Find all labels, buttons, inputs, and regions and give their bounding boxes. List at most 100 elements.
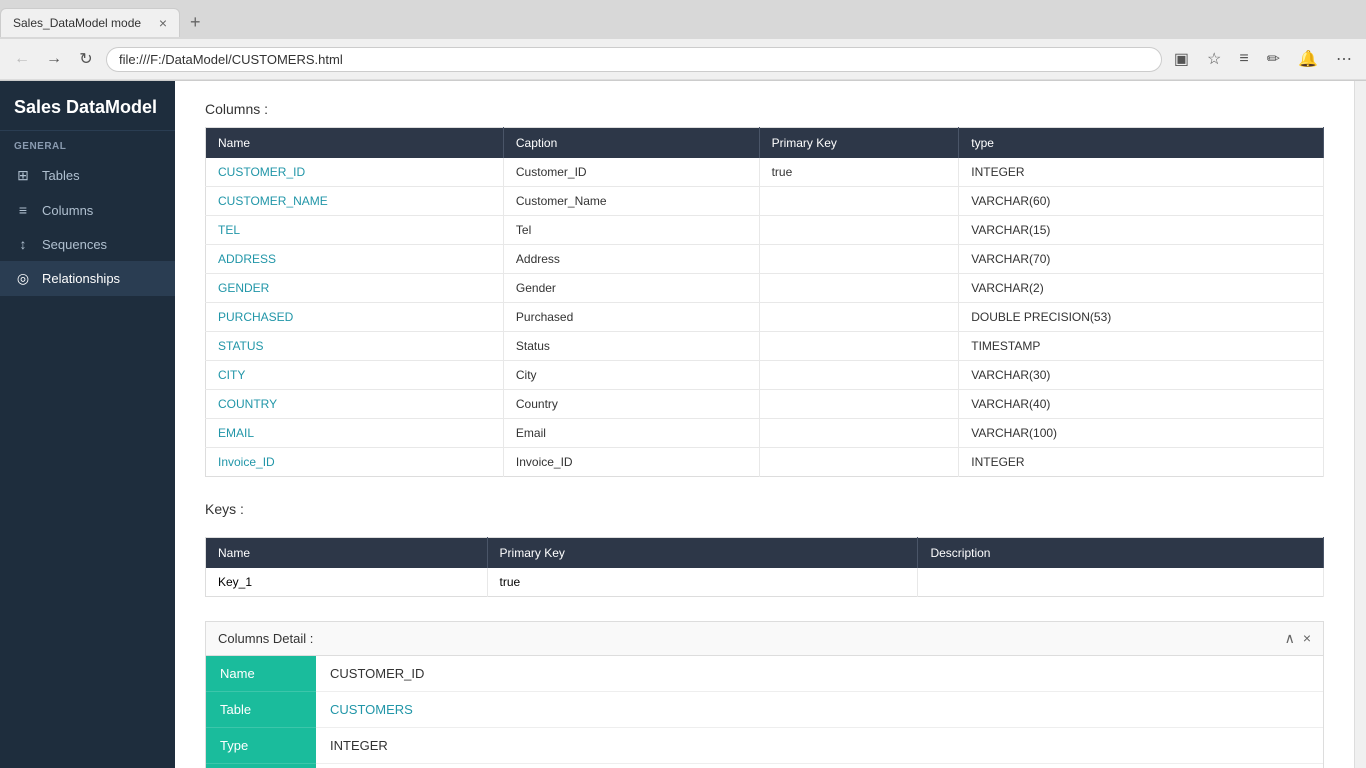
detail-value: CUSTOMER_ID — [316, 656, 1323, 692]
cell-pk — [759, 448, 959, 477]
cell-pk — [759, 390, 959, 419]
cell-type: VARCHAR(30) — [959, 361, 1324, 390]
columns-detail-header: Columns Detail : ∧ × — [206, 622, 1323, 656]
cell-type: INTEGER — [959, 158, 1324, 187]
detail-values-column: CUSTOMER_IDCUSTOMERSINTEGER — [316, 656, 1323, 768]
columns-detail-title: Columns Detail : — [218, 631, 313, 646]
cell-pk — [759, 216, 959, 245]
address-bar[interactable]: file:///F:/DataModel/CUSTOMERS.html — [106, 47, 1162, 72]
collapse-button[interactable]: ∧ — [1285, 630, 1295, 647]
scrollbar[interactable] — [1354, 81, 1366, 768]
sidebar-item-label-tables: Tables — [42, 168, 80, 183]
cell-pk — [759, 303, 959, 332]
cell-key-pk: true — [487, 568, 918, 597]
keys-section-heading: Keys : — [205, 501, 1324, 517]
sidebar-item-columns[interactable]: ≡ Columns — [0, 193, 175, 227]
sidebar-item-relationships[interactable]: ◎ Relationships — [0, 261, 175, 296]
table-row[interactable]: Invoice_ID Invoice_ID INTEGER — [206, 448, 1324, 477]
cell-caption: Purchased — [503, 303, 759, 332]
close-detail-button[interactable]: × — [1303, 630, 1311, 647]
cell-name: Invoice_ID — [206, 448, 504, 477]
cell-type: VARCHAR(70) — [959, 245, 1324, 274]
col-header-name: Name — [206, 128, 504, 159]
cell-name: PURCHASED — [206, 303, 504, 332]
detail-labels-column: NameTableTypeDomain — [206, 656, 316, 768]
columns-table-header-row: Name Caption Primary Key type — [206, 128, 1324, 159]
bookmark-button[interactable]: ☆ — [1203, 45, 1225, 73]
cell-name: EMAIL — [206, 419, 504, 448]
cell-name: CUSTOMER_ID — [206, 158, 504, 187]
detail-label: Domain — [206, 764, 316, 768]
columns-detail-panel: Columns Detail : ∧ × NameTableTypeDomain… — [205, 621, 1324, 768]
cell-caption: Address — [503, 245, 759, 274]
general-section-label: GENERAL — [0, 131, 175, 158]
active-tab[interactable]: Sales_DataModel mode × — [0, 8, 180, 37]
app-title: Sales DataModel — [0, 81, 175, 131]
extensions-button[interactable]: ✏ — [1263, 45, 1284, 73]
menu-button[interactable]: ≡ — [1235, 46, 1252, 72]
cell-pk: true — [759, 158, 959, 187]
table-row[interactable]: CUSTOMER_ID Customer_ID true INTEGER — [206, 158, 1324, 187]
table-row[interactable]: STATUS Status TIMESTAMP — [206, 332, 1324, 361]
columns-section-heading: Columns : — [205, 101, 1324, 117]
sidebar-item-label-relationships: Relationships — [42, 271, 120, 286]
sequences-icon: ↕ — [14, 236, 32, 252]
columns-icon: ≡ — [14, 202, 32, 218]
cell-caption: Invoice_ID — [503, 448, 759, 477]
detail-value — [316, 764, 1323, 768]
cell-key-name: Key_1 — [206, 568, 488, 597]
cell-type: VARCHAR(2) — [959, 274, 1324, 303]
table-row[interactable]: TEL Tel VARCHAR(15) — [206, 216, 1324, 245]
sidebar-item-tables[interactable]: ⊞ Tables — [0, 158, 175, 193]
keys-table: Name Primary Key Description Key_1 true — [205, 537, 1324, 597]
cell-pk — [759, 419, 959, 448]
more-button[interactable]: ⋯ — [1332, 45, 1356, 73]
tab-close-button[interactable]: × — [159, 15, 167, 31]
cell-key-desc — [918, 568, 1324, 597]
new-tab-button[interactable]: + — [180, 6, 211, 39]
relationships-icon: ◎ — [14, 270, 32, 287]
tab-title: Sales_DataModel mode — [13, 16, 151, 30]
cell-type: VARCHAR(100) — [959, 419, 1324, 448]
table-row[interactable]: CUSTOMER_NAME Customer_Name VARCHAR(60) — [206, 187, 1324, 216]
cell-type: VARCHAR(40) — [959, 390, 1324, 419]
detail-label: Table — [206, 692, 316, 728]
cell-name: CITY — [206, 361, 504, 390]
cell-pk — [759, 245, 959, 274]
cell-pk — [759, 332, 959, 361]
notifications-button[interactable]: 🔔 — [1294, 45, 1322, 73]
table-row[interactable]: PURCHASED Purchased DOUBLE PRECISION(53) — [206, 303, 1324, 332]
cell-caption: Customer_Name — [503, 187, 759, 216]
table-row[interactable]: CITY City VARCHAR(30) — [206, 361, 1324, 390]
table-row[interactable]: COUNTRY Country VARCHAR(40) — [206, 390, 1324, 419]
detail-label: Name — [206, 656, 316, 692]
tables-icon: ⊞ — [14, 167, 32, 184]
cell-pk — [759, 274, 959, 303]
reload-button[interactable]: ↻ — [74, 47, 98, 71]
cell-name: CUSTOMER_NAME — [206, 187, 504, 216]
forward-button[interactable]: → — [42, 47, 66, 71]
col-header-type: type — [959, 128, 1324, 159]
cell-name: TEL — [206, 216, 504, 245]
browser-chrome: Sales_DataModel mode × + ← → ↻ file:///F… — [0, 0, 1366, 81]
browser-controls: ← → ↻ file:///F:/DataModel/CUSTOMERS.htm… — [0, 39, 1366, 80]
sidebar-item-sequences[interactable]: ↕ Sequences — [0, 227, 175, 261]
keys-table-header-row: Name Primary Key Description — [206, 538, 1324, 569]
cell-name: GENDER — [206, 274, 504, 303]
col-header-primary-key: Primary Key — [759, 128, 959, 159]
table-row[interactable]: Key_1 true — [206, 568, 1324, 597]
tab-bar: Sales_DataModel mode × + — [0, 0, 1366, 39]
cell-name: COUNTRY — [206, 390, 504, 419]
cell-type: INTEGER — [959, 448, 1324, 477]
reader-view-button[interactable]: ▣ — [1170, 45, 1193, 73]
cell-caption: City — [503, 361, 759, 390]
table-row[interactable]: GENDER Gender VARCHAR(2) — [206, 274, 1324, 303]
table-row[interactable]: EMAIL Email VARCHAR(100) — [206, 419, 1324, 448]
cell-type: VARCHAR(15) — [959, 216, 1324, 245]
table-row[interactable]: ADDRESS Address VARCHAR(70) — [206, 245, 1324, 274]
cell-caption: Status — [503, 332, 759, 361]
back-button[interactable]: ← — [10, 47, 34, 71]
browser-actions: ▣ ☆ ≡ ✏ 🔔 ⋯ — [1170, 45, 1356, 73]
cell-caption: Country — [503, 390, 759, 419]
cell-caption: Gender — [503, 274, 759, 303]
